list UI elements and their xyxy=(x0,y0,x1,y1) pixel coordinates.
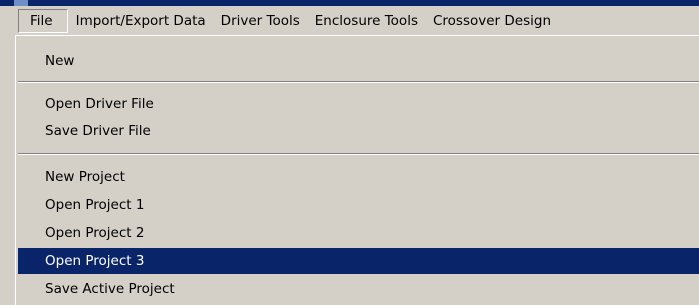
menu-import-export-data[interactable]: Import/Export Data xyxy=(69,9,213,33)
menu-item-open-project-1[interactable]: Open Project 1 xyxy=(18,192,699,218)
menu-bar: File Import/Export Data Driver Tools Enc… xyxy=(0,6,699,36)
menu-item-open-project-2[interactable]: Open Project 2 xyxy=(18,220,699,246)
application-window: File Import/Export Data Driver Tools Enc… xyxy=(0,0,699,305)
file-menu-dropdown: New Open Driver File Save Driver File Ne… xyxy=(14,35,699,305)
menu-item-open-project-3[interactable]: Open Project 3 xyxy=(18,248,699,274)
menu-item-new[interactable]: New xyxy=(18,48,699,74)
menu-crossover-design[interactable]: Crossover Design xyxy=(426,9,558,33)
menu-item-save-active-project[interactable]: Save Active Project xyxy=(18,276,699,302)
menu-item-open-driver-file[interactable]: Open Driver File xyxy=(18,91,699,117)
menu-enclosure-tools[interactable]: Enclosure Tools xyxy=(308,9,425,33)
menu-file[interactable]: File xyxy=(18,9,68,33)
menu-item-new-project[interactable]: New Project xyxy=(18,164,699,190)
menu-separator xyxy=(18,81,699,83)
menu-item-save-driver-file[interactable]: Save Driver File xyxy=(18,118,699,144)
menu-separator xyxy=(18,153,699,155)
menu-driver-tools[interactable]: Driver Tools xyxy=(214,9,307,33)
